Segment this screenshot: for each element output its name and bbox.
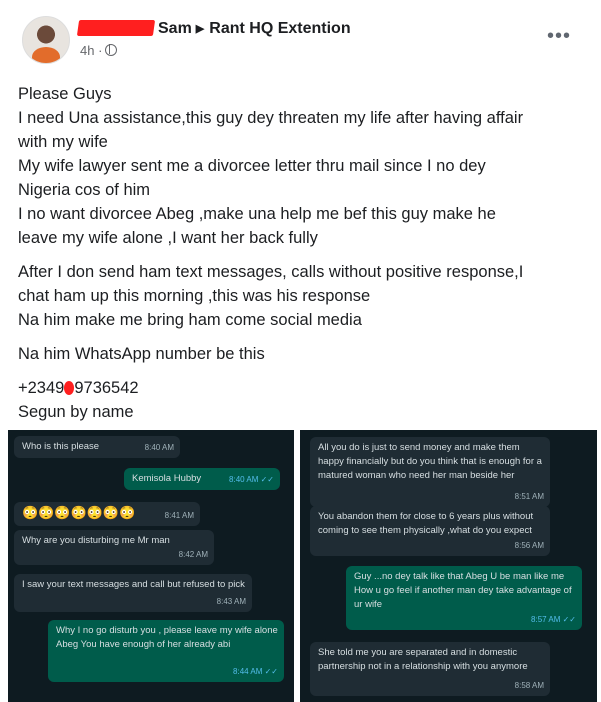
post-header: Sam ▶ Rant HQ Extention 4h · ••• — [0, 0, 601, 70]
post-line: My wife lawyer sent me a divorcee letter… — [18, 157, 486, 175]
post-timestamp[interactable]: 4h · — [80, 43, 102, 58]
chat-bubble: Guy ...no dey talk like that Abeg U be m… — [346, 566, 582, 630]
post-line: Please Guys — [18, 85, 112, 103]
post-line: leave my wife alone ,I want her back ful… — [18, 229, 318, 247]
post-line: I need Una assistance,this guy dey threa… — [18, 109, 524, 127]
chat-bubble: She told me you are separated and in dom… — [310, 642, 550, 696]
chat-bubble: 😳😳😳😳😳😳😳 8:41 AM — [14, 502, 200, 526]
chat-bubble: All you do is just to send money and mak… — [310, 437, 550, 507]
post-line: Segun by name — [18, 403, 134, 421]
more-options-button[interactable]: ••• — [547, 25, 571, 48]
chat-bubble: Why are you disturbing me Mr man 8:42 AM — [14, 530, 214, 565]
post-line: Nigeria cos of him — [18, 181, 151, 199]
post-line: chat ham up this morning ,this was his r… — [18, 287, 371, 305]
phone-end: 9736542 — [74, 379, 139, 397]
post-line: Na him make me bring ham come social med… — [18, 311, 362, 329]
phone-start: +2349 — [18, 379, 65, 397]
post-line: with my wife — [18, 133, 108, 151]
redaction-mark — [76, 20, 156, 36]
chat-bubble: Kemisola Hubby 8:40 AM ✓✓ — [124, 468, 280, 490]
left-whatsapp-screenshot[interactable]: Who is this please 8:40 AM Kemisola Hubby… — [8, 430, 294, 702]
author-avatar[interactable] — [22, 16, 70, 64]
post-line: After I don send ham text messages, call… — [18, 263, 524, 281]
screenshot-gallery[interactable]: Who is this please 8:40 AM Kemisola Hubby… — [8, 430, 597, 702]
phone-line: +2349 9736542 — [18, 376, 588, 400]
group-name[interactable]: Rant HQ Extention — [209, 20, 350, 37]
author-name[interactable]: Sam — [158, 20, 192, 37]
post-body: Please Guys I need Una assistance,this g… — [18, 82, 588, 424]
right-whatsapp-screenshot[interactable]: All you do is just to send money and mak… — [300, 430, 597, 702]
right-arrow-icon: ▶ — [195, 23, 205, 35]
post-line: Na him WhatsApp number be this — [18, 345, 265, 363]
chat-bubble: Why I no go disturb you , please leave m… — [48, 620, 284, 682]
globe-icon — [105, 44, 118, 56]
chat-bubble: I saw your text messages and call but re… — [14, 574, 252, 612]
post-meta: 4h · — [80, 43, 118, 58]
chat-bubble: Who is this please 8:40 AM — [14, 436, 180, 458]
post-line: I no want divorcee Abeg ,make una help m… — [18, 205, 496, 223]
chat-bubble: You abandon them for close to 6 years pl… — [310, 506, 550, 556]
red-dot-mark — [64, 381, 75, 395]
author-group-line[interactable]: Sam ▶ Rant HQ Extention — [158, 20, 351, 38]
